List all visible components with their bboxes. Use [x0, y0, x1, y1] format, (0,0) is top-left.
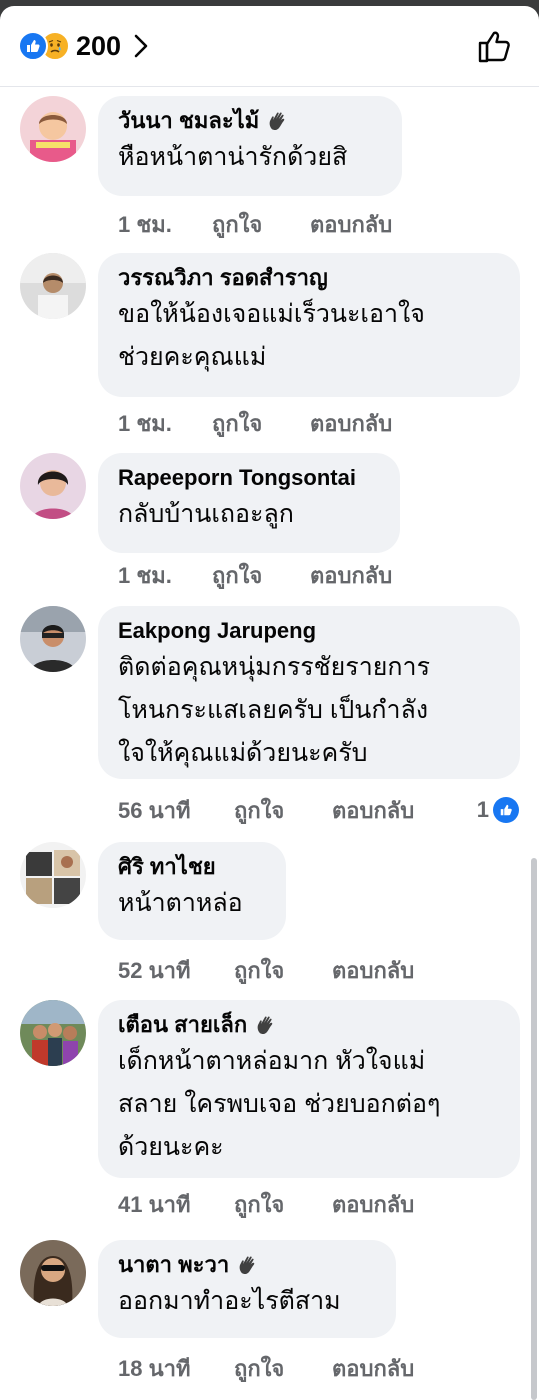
comment-bubble: นาตา พะวา ออกมาทำอะไรตีสาม: [98, 1240, 396, 1338]
comment-actions: 56 นาที ถูกใจ ตอบกลับ: [118, 792, 414, 828]
commenter-name-text[interactable]: เตือน สายเล็ก: [118, 1010, 247, 1040]
commenter-name[interactable]: นาตา พะวา: [118, 1250, 376, 1280]
commenter-name[interactable]: เตือน สายเล็ก: [118, 1010, 500, 1040]
reply-button[interactable]: ตอบกลับ: [332, 1351, 414, 1386]
like-button[interactable]: ถูกใจ: [234, 953, 332, 988]
comment-text-line: ช่วยคะคุณแม่: [118, 343, 267, 371]
comment-actions: 1 ชม. ถูกใจ ตอบกลับ: [118, 557, 392, 593]
reply-button[interactable]: ตอบกลับ: [310, 207, 392, 242]
reply-button[interactable]: ตอบกลับ: [310, 558, 392, 593]
comment-time[interactable]: 1 ชม.: [118, 558, 212, 593]
comment-text-line: ขอให้น้องเจอแม่เร็วนะเอาใจ: [118, 300, 425, 328]
comment-text: กลับบ้านเถอะลูก: [118, 500, 294, 528]
reply-button[interactable]: ตอบกลับ: [332, 953, 414, 988]
comment-actions: 1 ชม. ถูกใจ ตอบกลับ: [118, 405, 392, 441]
reply-button[interactable]: ตอบกลับ: [332, 1187, 414, 1222]
commenter-name[interactable]: วันนา ชมละไม้: [118, 106, 382, 136]
comment-bubble: Rapeeporn Tongsontai กลับบ้านเถอะลูก: [98, 453, 400, 553]
comment-time[interactable]: 56 นาที: [118, 793, 234, 828]
comment-time[interactable]: 18 นาที: [118, 1351, 234, 1386]
reactions-header: 200: [0, 6, 539, 87]
comment-reactions[interactable]: 1: [477, 792, 519, 828]
commenter-name[interactable]: Eakpong Jarupeng: [118, 616, 500, 646]
avatar[interactable]: [20, 253, 86, 319]
thumbs-up-outline-icon: [478, 31, 510, 63]
comment-time[interactable]: 41 นาที: [118, 1187, 234, 1222]
chevron-right-icon: [133, 32, 153, 60]
wave-icon: [239, 1256, 255, 1275]
reply-button[interactable]: ตอบกลับ: [332, 793, 414, 828]
like-button[interactable]: ถูกใจ: [212, 558, 310, 593]
avatar[interactable]: [20, 96, 86, 162]
avatar[interactable]: [20, 606, 86, 672]
commenter-name[interactable]: ศิริ ทาไชย: [118, 852, 266, 882]
comment-actions: 41 นาที ถูกใจ ตอบกลับ: [118, 1186, 414, 1222]
comment-bubble: วรรณวิภา รอดสำราญ ขอให้น้องเจอแม่เร็วนะเ…: [98, 253, 520, 397]
comment-bubble: วันนา ชมละไม้ หือหน้าตาน่ารักด้วยสิ: [98, 96, 402, 196]
like-post-button[interactable]: [475, 26, 515, 66]
like-button[interactable]: ถูกใจ: [234, 1187, 332, 1222]
comment-time[interactable]: 1 ชม.: [118, 207, 212, 242]
avatar[interactable]: [20, 1000, 86, 1066]
reply-button[interactable]: ตอบกลับ: [310, 406, 392, 441]
comment-text: หน้าตาหล่อ: [118, 889, 243, 917]
comment-actions: 18 นาที ถูกใจ ตอบกลับ: [118, 1350, 414, 1386]
wave-icon: [269, 112, 285, 131]
comment-text: หือหน้าตาน่ารักด้วยสิ: [118, 143, 348, 171]
comment-bubble: เตือน สายเล็ก เด็กหน้าตาหล่อมาก หัวใจแม่…: [98, 1000, 520, 1178]
commenter-name-text[interactable]: นาตา พะวา: [118, 1250, 229, 1280]
avatar[interactable]: [20, 842, 86, 908]
comment-text-line: ติดต่อคุณหนุ่มกรรชัยรายการ: [118, 653, 431, 681]
comment-time[interactable]: 1 ชม.: [118, 406, 212, 441]
like-button[interactable]: ถูกใจ: [212, 406, 310, 441]
like-button[interactable]: ถูกใจ: [234, 1351, 332, 1386]
like-icon: [18, 31, 48, 61]
comment-time[interactable]: 52 นาที: [118, 953, 234, 988]
commenter-name[interactable]: Rapeeporn Tongsontai: [118, 463, 380, 493]
comment-bubble: Eakpong Jarupeng ติดต่อคุณหนุ่มกรรชัยราย…: [98, 606, 520, 779]
avatar[interactable]: [20, 453, 86, 519]
comment-actions: 1 ชม. ถูกใจ ตอบกลับ: [118, 206, 392, 242]
like-icon: [493, 797, 519, 823]
comment-bubble: ศิริ ทาไชย หน้าตาหล่อ: [98, 842, 286, 940]
wave-icon: [257, 1016, 273, 1035]
avatar[interactable]: [20, 1240, 86, 1306]
scrollbar[interactable]: [531, 858, 537, 1400]
comments-sheet: 200 วันนา ชมละไม้ หือหน้าตาน่ารักด้วยสิ …: [0, 6, 539, 1400]
like-button[interactable]: ถูกใจ: [212, 207, 310, 242]
reactions-summary[interactable]: 200: [18, 30, 153, 62]
comment-text-line: โหนกระแสเลยครับ เป็นกำลัง: [118, 696, 429, 724]
comment-text-line: สลาย ใครพบเจอ ช่วยบอกต่อๆ: [118, 1090, 441, 1118]
comment-actions: 52 นาที ถูกใจ ตอบกลับ: [118, 952, 414, 988]
comment-text-line: เด็กหน้าตาหล่อมาก หัวใจแม่: [118, 1047, 426, 1075]
comment-text: ออกมาทำอะไรตีสาม: [118, 1287, 341, 1315]
reaction-count: 200: [76, 30, 122, 61]
commenter-name-text[interactable]: วันนา ชมละไม้: [118, 106, 259, 136]
comment-text-line: ด้วยนะคะ: [118, 1133, 224, 1161]
commenter-name[interactable]: วรรณวิภา รอดสำราญ: [118, 263, 500, 293]
comment-reaction-count: 1: [476, 797, 489, 822]
comment-text-line: ใจให้คุณแม่ด้วยนะครับ: [118, 739, 368, 767]
like-button[interactable]: ถูกใจ: [234, 793, 332, 828]
